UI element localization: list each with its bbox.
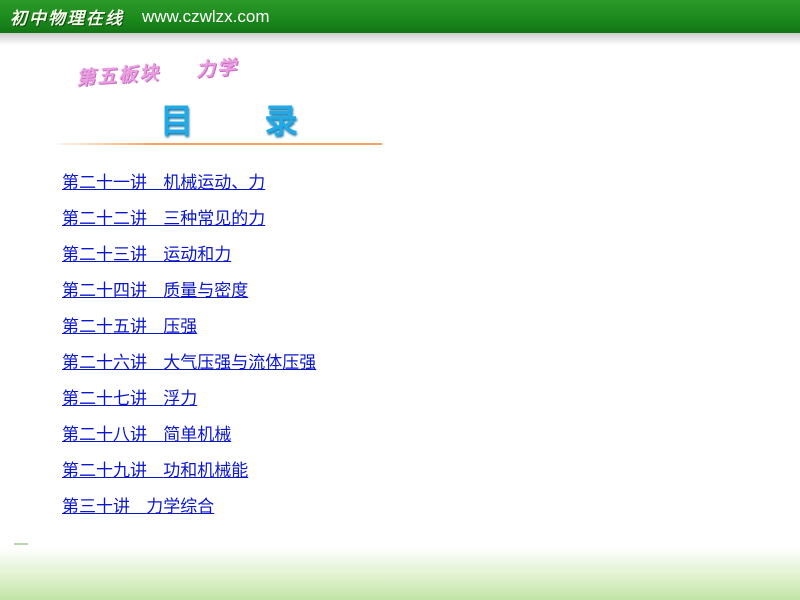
site-logo: 初中物理在线 [10, 9, 124, 29]
toc-link-lecture-23[interactable]: 第二十三讲 运动和力 [62, 245, 231, 265]
toc-link-lecture-21[interactable]: 第二十一讲 机械运动、力 [62, 173, 265, 193]
list-item: 第二十七讲 浮力 [62, 384, 316, 420]
list-item: 第二十八讲 简单机械 [62, 420, 316, 456]
toc-link-lecture-28[interactable]: 第二十八讲 简单机械 [62, 425, 231, 445]
toc-link-lecture-25[interactable]: 第二十五讲 压强 [62, 317, 197, 337]
toc-link-lecture-29[interactable]: 第二十九讲 功和机械能 [62, 461, 248, 481]
list-item: 第二十三讲 运动和力 [62, 240, 316, 276]
list-item: 第二十九讲 功和机械能 [62, 456, 316, 492]
toc-list: 第二十一讲 机械运动、力 第二十二讲 三种常见的力 第二十三讲 运动和力 第二十… [62, 168, 316, 528]
section-title: 第五板块 力学 [75, 52, 239, 90]
list-item: 第二十二讲 三种常见的力 [62, 204, 316, 240]
toc-link-lecture-24[interactable]: 第二十四讲 质量与密度 [62, 281, 248, 301]
section-part: 第五板块 [75, 61, 161, 90]
list-item: 第二十四讲 质量与密度 [62, 276, 316, 312]
footer-glow [0, 548, 800, 570]
footer-bar [0, 570, 800, 600]
toc-link-lecture-22[interactable]: 第二十二讲 三种常见的力 [62, 209, 265, 229]
toc-title: 目 录 [160, 101, 328, 140]
section-subject: 力学 [195, 56, 239, 82]
toc-link-lecture-26[interactable]: 第二十六讲 大气压强与流体压强 [62, 353, 316, 373]
decorative-mark [14, 543, 28, 545]
list-item: 第二十一讲 机械运动、力 [62, 168, 316, 204]
list-item: 第二十六讲 大气压强与流体压强 [62, 348, 316, 384]
list-item: 第二十五讲 压强 [62, 312, 316, 348]
list-item: 第三十讲 力学综合 [62, 492, 316, 528]
toc-divider [57, 143, 382, 145]
site-url: www.czwlzx.com [142, 6, 270, 26]
toc-link-lecture-30[interactable]: 第三十讲 力学综合 [62, 497, 214, 517]
toc-link-lecture-27[interactable]: 第二十七讲 浮力 [62, 389, 197, 409]
header-bar: 初中物理在线 www.czwlzx.com [0, 0, 800, 33]
header-shadow [0, 33, 800, 45]
